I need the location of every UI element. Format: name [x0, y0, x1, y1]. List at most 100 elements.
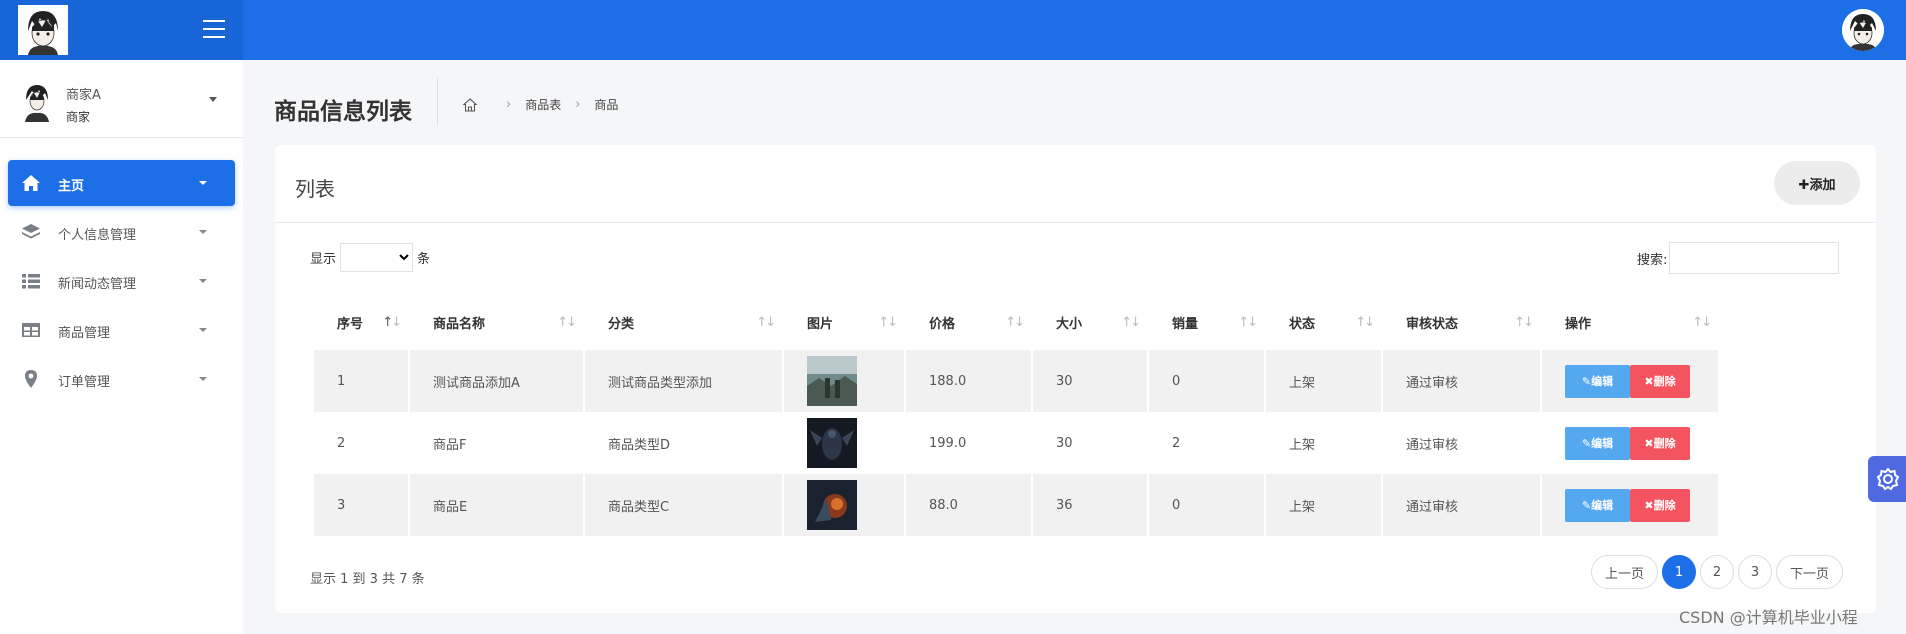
sidebar-item-personal-info[interactable]: 个人信息管理	[8, 209, 235, 255]
gear-icon	[1876, 467, 1900, 491]
prev-page-button[interactable]: 上一页	[1591, 555, 1658, 589]
sort-icon: ↑↓	[1005, 315, 1025, 330]
page-length-select[interactable]	[340, 243, 414, 272]
sort-icon: ↑↓	[878, 315, 898, 330]
cell-sales: 0	[1149, 474, 1264, 536]
chevron-right-icon: ›	[575, 97, 581, 112]
close-icon: ✖	[1644, 499, 1654, 512]
cell-image	[784, 412, 904, 474]
column-header[interactable]: 审核状态 ↑↓	[1383, 295, 1540, 350]
chevron-right-icon: ›	[506, 97, 512, 112]
logo-area	[0, 0, 243, 60]
delete-button[interactable]: ✖删除	[1630, 364, 1690, 398]
table-info: 显示 1 到 3 共 7 条	[310, 572, 425, 587]
chevron-down-icon	[199, 181, 207, 185]
breadcrumb-item[interactable]: 商品表	[525, 96, 561, 113]
delete-button[interactable]: ✖删除	[1630, 426, 1690, 460]
delete-button[interactable]: ✖删除	[1630, 488, 1690, 522]
home-outline-icon[interactable]	[462, 97, 478, 113]
cell-size: 36	[1033, 474, 1147, 536]
top-bar	[0, 0, 1906, 60]
table-row: 3 商品E 商品类型C 88.0 36 0 上架 通过审核 ✎编辑 ✖删除	[314, 474, 1718, 536]
cell-status: 上架	[1266, 412, 1381, 474]
close-icon: ✖	[1644, 437, 1654, 450]
cell-category: 商品类型D	[585, 412, 782, 474]
sort-icon: ↑↓	[1121, 315, 1141, 330]
length-prefix: 显示	[310, 252, 337, 267]
edit-icon: ✎	[1581, 499, 1592, 512]
column-header[interactable]: 大小 ↑↓	[1033, 295, 1147, 350]
sort-icon: ↑↓	[756, 315, 776, 330]
search-label: 搜索:	[1637, 252, 1668, 268]
chevron-down-icon[interactable]	[209, 97, 217, 102]
cell-size: 30	[1033, 350, 1147, 412]
cell-category: 测试商品类型添加	[585, 350, 782, 412]
product-image[interactable]	[807, 356, 857, 406]
cell-name: 商品F	[410, 412, 583, 474]
sidebar-item-label: 订单管理	[58, 375, 111, 390]
cell-no: 3	[314, 474, 408, 536]
breadcrumb-item[interactable]: 商品	[594, 96, 618, 113]
sort-icon: ↑↓	[557, 315, 577, 330]
product-image[interactable]	[807, 418, 857, 468]
column-header[interactable]: 商品名称 ↑↓	[410, 295, 583, 350]
user-avatar-icon[interactable]	[1842, 9, 1884, 51]
cell-audit: 通过审核	[1383, 350, 1540, 412]
add-button[interactable]: ✚添加	[1774, 161, 1860, 205]
edit-button[interactable]: ✎编辑	[1565, 488, 1630, 522]
logo-avatar-icon[interactable]	[18, 5, 68, 55]
sidebar-avatar-icon	[22, 82, 52, 122]
edit-button[interactable]: ✎编辑	[1565, 364, 1630, 398]
sidebar-item-orders[interactable]: 订单管理	[8, 356, 235, 402]
cell-price: 188.0	[906, 350, 1031, 412]
card-header: 列表 ✚添加	[275, 145, 1876, 223]
page-button-3[interactable]: 3	[1738, 555, 1772, 589]
user-panel[interactable]: 商家A 商家	[0, 60, 243, 138]
pagination: 上一页 1 2 3 下一页	[1591, 555, 1847, 589]
page-length-control: 显示 条	[310, 243, 430, 272]
page-title: 商品信息列表	[274, 99, 412, 125]
cell-actions: ✎编辑 ✖删除	[1542, 350, 1718, 412]
cell-image	[784, 350, 904, 412]
edit-button[interactable]: ✎编辑	[1565, 426, 1630, 460]
product-table: 序号 ↑↓ 商品名称 ↑↓ 分类 ↑↓ 图片 ↑↓ 价格 ↑↓ 大小 ↑↓ 销量 ↑↓ 状态 ↑…	[312, 295, 1720, 536]
chevron-down-icon	[199, 279, 207, 283]
table-icon	[22, 323, 40, 337]
chevron-down-icon	[199, 377, 207, 381]
sidebar-item-products[interactable]: 商品管理	[8, 307, 235, 353]
column-header[interactable]: 分类 ↑↓	[585, 295, 782, 350]
sidebar-item-home[interactable]: 主页	[8, 160, 235, 206]
close-icon: ✖	[1644, 375, 1654, 388]
sidebar: 商家A 商家 主页 个人信息管理 新闻动态管理 商品管理 订单管理	[0, 60, 243, 634]
column-header[interactable]: 价格 ↑↓	[906, 295, 1031, 350]
column-header[interactable]: 图片 ↑↓	[784, 295, 904, 350]
table-row: 1 测试商品添加A 测试商品类型添加 188.0 30 0 上架 通过审核 ✎编…	[314, 350, 1718, 412]
column-header[interactable]: 操作 ↑↓	[1542, 295, 1718, 350]
watermark: CSDN @计算机毕业小程	[1679, 608, 1858, 627]
edit-icon: ✎	[1581, 375, 1592, 388]
layers-icon	[22, 224, 40, 239]
column-header[interactable]: 销量 ↑↓	[1149, 295, 1264, 350]
sort-icon: ↑↓	[1514, 315, 1534, 330]
plus-icon: ✚	[1798, 177, 1810, 193]
sort-icon: ↑↓	[1355, 315, 1375, 330]
sidebar-nav: 主页 个人信息管理 新闻动态管理 商品管理 订单管理	[0, 160, 243, 405]
sort-icon: ↑↓	[382, 315, 402, 330]
sidebar-item-news[interactable]: 新闻动态管理	[8, 258, 235, 304]
hamburger-menu-icon[interactable]	[203, 20, 225, 38]
cell-actions: ✎编辑 ✖删除	[1542, 474, 1718, 536]
page-button-2[interactable]: 2	[1700, 555, 1734, 589]
search-input[interactable]	[1669, 242, 1840, 274]
card-title: 列表	[295, 177, 335, 201]
sidebar-item-label: 个人信息管理	[58, 228, 137, 243]
product-image[interactable]	[807, 480, 857, 530]
breadcrumb: › 商品表 › 商品	[462, 96, 618, 113]
page-button-1[interactable]: 1	[1662, 555, 1696, 589]
settings-button[interactable]	[1868, 456, 1906, 502]
table-header-row: 序号 ↑↓ 商品名称 ↑↓ 分类 ↑↓ 图片 ↑↓ 价格 ↑↓ 大小 ↑↓ 销量 ↑↓ 状态 ↑…	[314, 295, 1718, 350]
list-card: 列表 ✚添加 显示 条 搜索: 序号 ↑↓ 商品名称 ↑↓ 分类 ↑↓ 图片 ↑↓ 价格…	[275, 145, 1876, 613]
chevron-down-icon	[199, 328, 207, 332]
next-page-button[interactable]: 下一页	[1776, 555, 1843, 589]
column-header[interactable]: 序号 ↑↓	[314, 295, 408, 350]
column-header[interactable]: 状态 ↑↓	[1266, 295, 1381, 350]
